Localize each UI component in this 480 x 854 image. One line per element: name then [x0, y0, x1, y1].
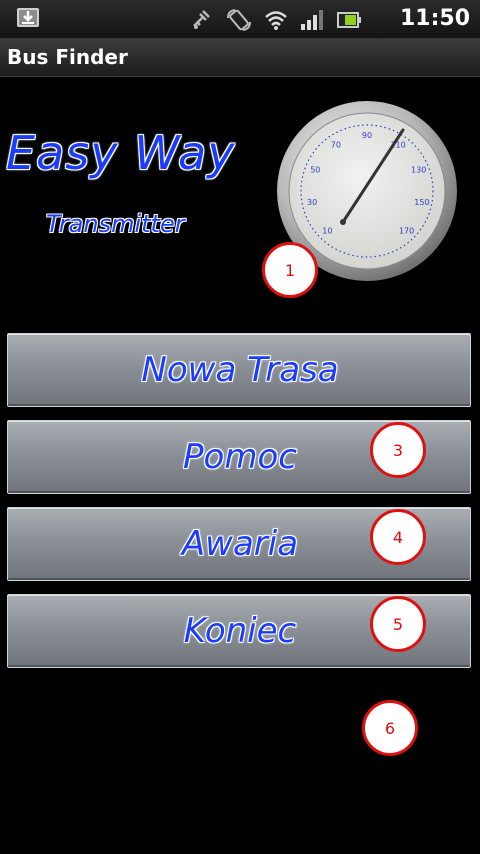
- download-icon: [17, 8, 39, 27]
- logo-title: Easy Way: [6, 126, 236, 180]
- logo-subtitle: Transmitter: [46, 210, 185, 238]
- app-title: Bus Finder: [7, 45, 128, 69]
- new-route-button[interactable]: Nowa Trasa: [7, 333, 471, 407]
- gauge-tick-label: 90: [362, 131, 372, 140]
- gauge-tick-label: 10: [322, 227, 332, 236]
- marker-1: 1: [262, 242, 318, 298]
- clock: 11:50: [399, 6, 470, 31]
- gauge-tick-label: 170: [399, 227, 414, 236]
- gauge-tick-label: 50: [310, 166, 320, 175]
- marker-3: 3: [370, 422, 426, 478]
- signal-icon: [301, 10, 323, 30]
- battery-icon: [337, 12, 361, 28]
- status-bar: 11:50: [0, 0, 480, 39]
- gauge-tick-label: 150: [414, 198, 429, 207]
- gauge-tick-label: 30: [307, 198, 317, 207]
- wifi-icon: [265, 11, 287, 30]
- rotation-icon: [227, 9, 251, 31]
- gauge-tick-label: 130: [411, 166, 426, 175]
- marker-5: 5: [370, 596, 426, 652]
- app-title-bar: Bus Finder: [0, 39, 480, 77]
- gauge-tick-label: 70: [331, 140, 341, 149]
- marker-4: 4: [370, 509, 426, 565]
- gps-icon: [193, 10, 210, 29]
- marker-6: 6: [362, 700, 418, 756]
- new-route-label: Nowa Trasa: [141, 350, 339, 390]
